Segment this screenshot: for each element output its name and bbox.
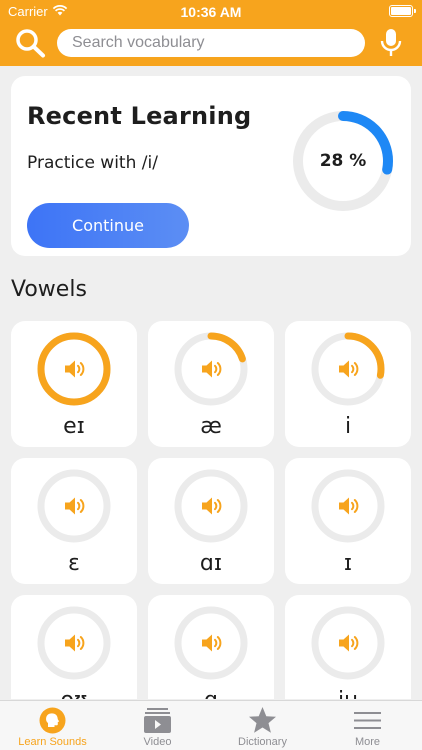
vowel-tile[interactable]: ɑ [148,595,274,699]
tab-more-label: More [354,736,381,748]
vowel-symbol: ɪ [343,551,353,576]
app-header: Carrier 10:36 AM [0,0,422,66]
vowel-symbol: ɑɪ [199,551,223,576]
head-icon [39,707,66,734]
vowel-tile[interactable]: i [285,321,411,447]
vowel-symbol: eɪ [63,414,85,439]
search-icon[interactable] [15,28,47,58]
speaker-icon [65,497,85,515]
vowel-tile[interactable]: ɪ [285,458,411,584]
vowel-symbol: iu [285,688,411,699]
vowels-section-title: Vowels [11,277,87,302]
speaker-icon [339,497,359,515]
vowel-symbol: ɛ [68,551,80,576]
speaker-icon [65,634,85,652]
tab-learn-sounds[interactable]: Learn Sounds [0,701,105,750]
vowel-tile[interactable]: iu [285,595,411,699]
vowel-tile[interactable]: eɪ [11,321,137,447]
tab-dictionary-label: Dictionary [238,736,287,748]
status-bar: Carrier 10:36 AM [0,0,422,22]
recent-learning-card: Recent Learning Practice with /i/ Contin… [11,76,411,256]
tab-learn-sounds-label: Learn Sounds [18,736,87,748]
recent-learning-subtitle: Practice with /i/ [27,153,158,173]
vowel-symbol: i [344,414,352,439]
vowel-tile[interactable]: æ [148,321,274,447]
star-icon [249,707,276,733]
recent-learning-title: Recent Learning [27,102,252,130]
speaker-icon [202,634,222,652]
vowel-symbol: oʊ [11,688,137,699]
tab-video[interactable]: Video [105,701,210,750]
vowel-tile[interactable]: ɛ [11,458,137,584]
tab-more[interactable]: More [315,701,420,750]
vowel-tile[interactable]: oʊ [11,595,137,699]
recent-progress-text: 28 % [319,151,367,171]
speaker-icon [339,634,359,652]
search-input[interactable] [57,29,365,57]
vowels-grid: eɪ æ i ɛ ɑɪ ɪ oʊɑiu [11,321,411,699]
microphone-icon[interactable] [380,28,402,58]
menu-icon [354,712,381,729]
tab-bar: Learn Sounds Video Dictionary More [0,700,422,750]
speaker-icon [339,360,359,378]
tab-video-label: Video [143,736,172,748]
battery-icon [389,5,416,17]
continue-button[interactable]: Continue [27,203,189,248]
video-icon [144,708,171,733]
speaker-icon [65,360,85,378]
speaker-icon [202,497,222,515]
vowel-tile[interactable]: ɑɪ [148,458,274,584]
speaker-icon [202,360,222,378]
vowel-symbol: æ [200,414,222,439]
tab-dictionary[interactable]: Dictionary [210,701,315,750]
clock: 10:36 AM [180,4,242,20]
vowel-symbol: ɑ [148,688,274,699]
